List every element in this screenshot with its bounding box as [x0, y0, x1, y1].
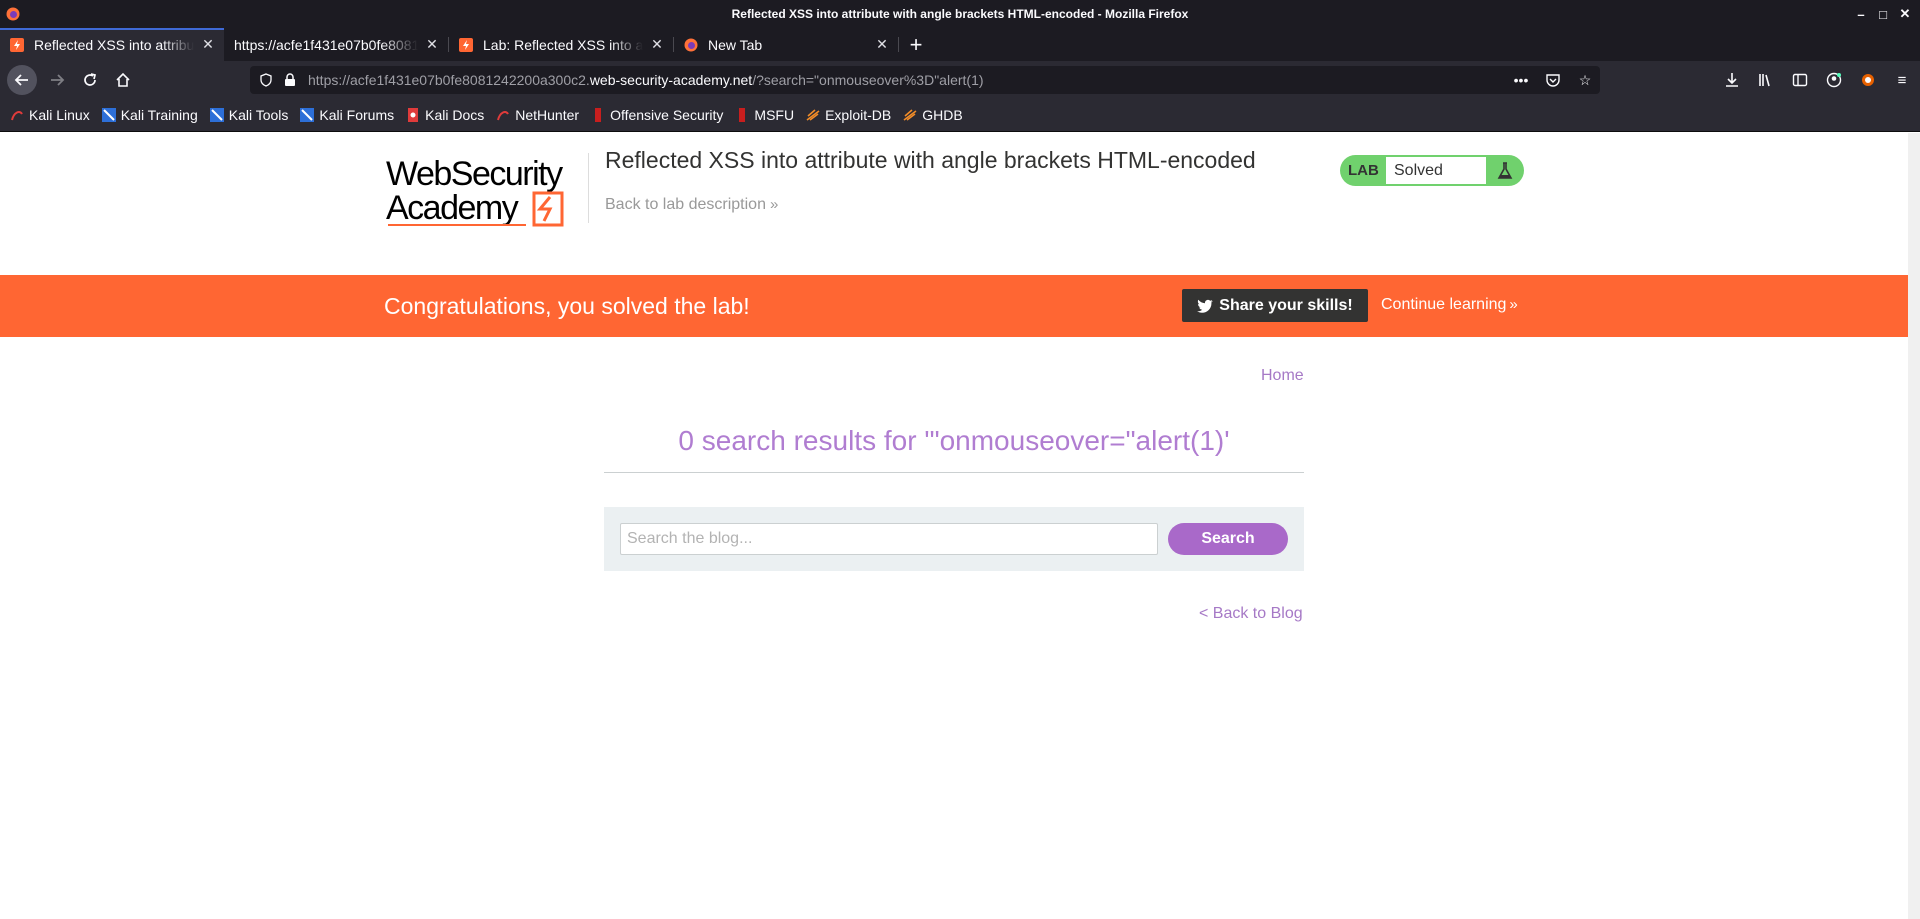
lab-header: WebSecurity Academy Reflected XSS into a…	[384, 133, 1524, 275]
bookmark-exploit-db[interactable]: Exploit-DB	[806, 107, 891, 123]
header-divider	[588, 153, 589, 223]
tab-new-tab[interactable]: New Tab ✕	[674, 28, 898, 61]
tab-reflected-xss[interactable]: Reflected XSS into attribute with angle …	[0, 28, 224, 61]
banner-message: Congratulations, you solved the lab!	[384, 293, 750, 319]
tab-title: Lab: Reflected XSS into attribute with a…	[483, 36, 643, 53]
double-chevron-icon: »	[1509, 296, 1518, 313]
heading-divider	[604, 472, 1304, 473]
bookmark-kali-tools[interactable]: Kali Tools	[209, 107, 288, 123]
maximize-icon[interactable]: □	[1874, 4, 1892, 24]
bookmarks-toolbar: Kali Linux Kali Training Kali Tools Kali…	[0, 99, 1920, 132]
web-security-academy-logo[interactable]: WebSecurity Academy	[386, 153, 586, 233]
reload-icon[interactable]	[74, 64, 106, 96]
url-text[interactable]: https://acfe1f431e07b0fe8081242200a300c2…	[308, 72, 984, 88]
nethunter-icon	[497, 111, 510, 121]
portswigger-icon	[459, 37, 473, 52]
tab-title: Reflected XSS into attribute with angle …	[34, 36, 194, 53]
msfu-icon	[739, 108, 746, 122]
exploitdb-icon	[806, 109, 820, 121]
ghdb-icon	[903, 109, 917, 121]
tab-title: New Tab	[708, 36, 763, 53]
continue-learning-link[interactable]: Continue learning»	[1381, 296, 1518, 314]
extension-icon[interactable]	[1858, 70, 1878, 90]
kali-training-icon	[101, 108, 116, 122]
lab-status-widget: LAB Solved	[1340, 155, 1524, 186]
svg-text:WebSecurity: WebSecurity	[386, 155, 563, 193]
new-tab-icon[interactable]: +	[899, 28, 933, 61]
firefox-icon	[684, 38, 698, 51]
navigation-toolbar: https://acfe1f431e07b0fe8081242200a300c2…	[0, 61, 1920, 99]
back-to-blog-link[interactable]: < Back to Blog	[1199, 605, 1303, 623]
close-tab-icon[interactable]: ✕	[874, 36, 890, 53]
back-icon[interactable]	[7, 65, 37, 95]
svg-text:Academy: Academy	[386, 189, 519, 227]
tracking-shield-icon[interactable]	[258, 72, 274, 88]
lock-icon[interactable]	[282, 72, 298, 88]
close-tab-icon[interactable]: ✕	[424, 36, 440, 53]
firefox-icon	[6, 7, 20, 21]
search-results-heading: 0 search results for '"onmouseover="aler…	[678, 425, 1230, 456]
congratulations-banner: Congratulations, you solved the lab! Sha…	[0, 275, 1908, 337]
kali-icon	[11, 111, 23, 121]
tab-strip: Reflected XSS into attribute with angle …	[0, 28, 1920, 61]
window-title: Reflected XSS into attribute with angle …	[731, 7, 1189, 21]
search-panel: Search	[604, 507, 1304, 571]
twitter-icon	[1197, 299, 1214, 313]
close-tab-icon[interactable]: ✕	[200, 36, 216, 53]
page-scrollbar[interactable]	[1908, 133, 1920, 919]
sidebar-icon[interactable]	[1790, 70, 1810, 90]
window-titlebar: Reflected XSS into attribute with angle …	[0, 0, 1920, 28]
tab-lab-description[interactable]: Lab: Reflected XSS into attribute with a…	[449, 28, 673, 61]
offsec-icon	[595, 108, 602, 122]
forward-icon[interactable]	[41, 64, 73, 96]
back-to-lab-description-link[interactable]: Back to lab description»	[605, 196, 778, 214]
bookmark-offensive-security[interactable]: Offensive Security	[591, 107, 723, 123]
tab-url[interactable]: https://acfe1f431e07b0fe8081242200a300c2…	[224, 28, 448, 61]
lab-title: Reflected XSS into attribute with angle …	[605, 147, 1256, 173]
lab-tag: LAB	[1348, 162, 1379, 179]
search-input[interactable]	[620, 523, 1158, 555]
bookmark-ghdb[interactable]: GHDB	[903, 107, 963, 123]
bookmark-kali-training[interactable]: Kali Training	[101, 107, 198, 123]
minimize-icon[interactable]: –	[1852, 4, 1870, 24]
menu-icon[interactable]: ≡	[1892, 70, 1912, 90]
downloads-icon[interactable]	[1722, 70, 1742, 90]
bookmark-msfu[interactable]: MSFU	[735, 107, 794, 123]
bookmark-kali-linux[interactable]: Kali Linux	[10, 107, 90, 123]
flask-icon	[1486, 157, 1524, 184]
bookmark-kali-docs[interactable]: Kali Docs	[406, 107, 484, 123]
bookmark-kali-forums[interactable]: Kali Forums	[300, 107, 394, 123]
close-window-icon[interactable]: ✕	[1896, 4, 1914, 24]
page-actions-icon[interactable]: •••	[1512, 71, 1530, 89]
pocket-icon[interactable]	[1544, 71, 1562, 89]
kali-tools-icon	[209, 108, 224, 122]
kali-forums-icon	[300, 108, 315, 122]
share-skills-button[interactable]: Share your skills!	[1182, 289, 1368, 322]
page-viewport: WebSecurity Academy Reflected XSS into a…	[0, 133, 1908, 919]
close-tab-icon[interactable]: ✕	[649, 36, 665, 53]
portswigger-icon	[10, 37, 24, 52]
bookmark-star-icon[interactable]: ☆	[1576, 71, 1594, 89]
double-chevron-icon: »	[769, 196, 779, 213]
url-bar[interactable]: https://acfe1f431e07b0fe8081242200a300c2…	[250, 66, 1600, 94]
library-icon[interactable]	[1756, 70, 1776, 90]
lab-status-value: Solved	[1386, 157, 1486, 184]
home-icon[interactable]	[107, 64, 139, 96]
home-link[interactable]: Home	[1261, 367, 1304, 385]
search-button[interactable]: Search	[1168, 523, 1288, 555]
tab-title: https://acfe1f431e07b0fe8081242200a300c2…	[234, 36, 418, 53]
kali-docs-icon	[408, 108, 419, 122]
account-icon[interactable]	[1824, 70, 1844, 90]
bookmark-nethunter[interactable]: NetHunter	[496, 107, 579, 123]
